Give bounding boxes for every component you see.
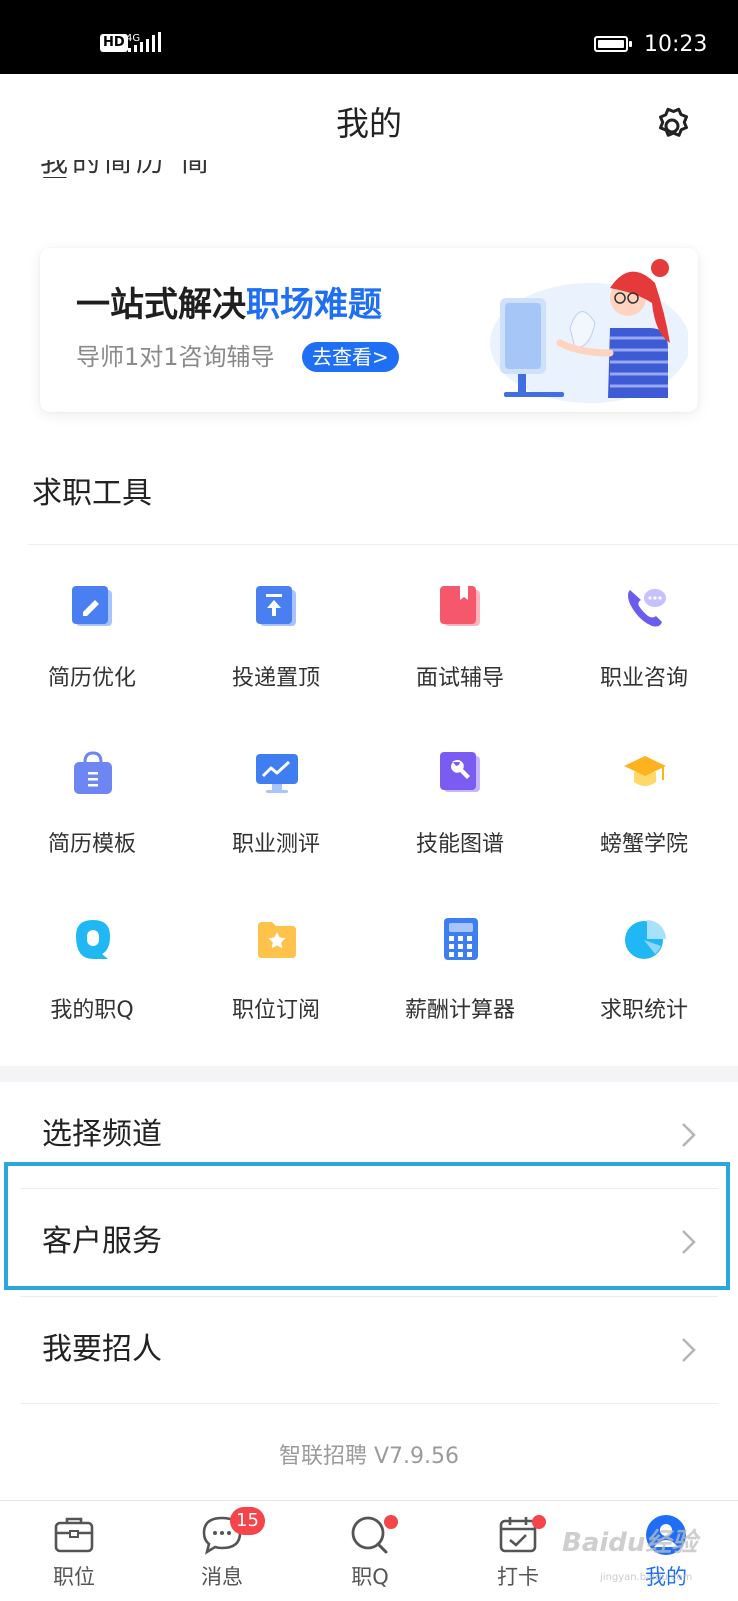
tool-label: 薪酬计算器 [404, 998, 515, 1023]
tool-career-assessment[interactable]: 职业测评 [184, 738, 368, 888]
tool-skill-map[interactable]: 技能图谱 [368, 738, 552, 888]
tab-label: 打卡 [497, 1565, 539, 1589]
tool-label: 简历优化 [47, 666, 136, 691]
bag-icon [74, 751, 112, 794]
pencil-doc-icon [72, 586, 112, 626]
gear-icon[interactable] [650, 104, 694, 148]
section-gap [0, 1066, 738, 1082]
tool-career-consult[interactable]: 职业咨询 [552, 572, 736, 722]
hd-indicator: HD [100, 34, 128, 52]
watermark-url: jingyan.baidu.com [600, 1572, 693, 1583]
tab-label: 职Q [351, 1565, 389, 1589]
tool-label: 投递置顶 [231, 666, 320, 691]
top-bar: 我的 [0, 74, 738, 174]
upload-top-icon [256, 586, 296, 626]
divider [20, 1403, 718, 1404]
tool-label: 求职统计 [599, 998, 688, 1023]
signal-icon: 4G [126, 32, 161, 52]
banner-subtitle: 导师1对1咨询辅导 [76, 343, 275, 371]
tool-job-subscribe[interactable]: 职位订阅 [184, 904, 368, 1054]
banner-illustration [490, 259, 688, 403]
pie-chart-icon [625, 920, 666, 959]
menu-label: 选择频道 [42, 1117, 162, 1152]
tool-crab-academy[interactable]: 螃蟹学院 [552, 738, 736, 888]
folder-star-icon [258, 922, 296, 958]
tab-messages[interactable]: 15 消息 [148, 1501, 296, 1601]
network-type: 4G [126, 33, 140, 44]
tool-my-q[interactable]: 我的职Q [0, 904, 184, 1054]
unread-badge: 15 [230, 1507, 265, 1535]
divider [28, 544, 738, 545]
briefcase-icon [54, 1517, 94, 1553]
tab-label: 消息 [201, 1565, 243, 1589]
tool-label: 面试辅导 [415, 666, 504, 691]
tool-resume-optimize[interactable]: 简历优化 [0, 572, 184, 722]
tool-label: 简历模板 [47, 832, 136, 857]
tool-label: 职位订阅 [231, 998, 320, 1023]
wrench-icon [440, 752, 480, 792]
page-title: 我的 [336, 104, 402, 143]
tool-salary-calculator[interactable]: 薪酬计算器 [368, 904, 552, 1054]
tool-resume-template[interactable]: 简历模板 [0, 738, 184, 888]
notification-dot [532, 1515, 546, 1529]
watermark: Baidu经验 [562, 1528, 698, 1558]
menu-hire[interactable]: 我要招人 [0, 1297, 738, 1403]
scrolled-text: 我的简历 简历 [40, 160, 213, 178]
menu-label: 我要招人 [42, 1332, 162, 1367]
calculator-icon [444, 918, 478, 960]
highlight-frame [4, 1162, 730, 1290]
battery-icon [594, 36, 632, 52]
chevron-right-icon [682, 1123, 696, 1147]
chevron-right-icon [682, 1338, 696, 1362]
tool-label: 职业测评 [231, 832, 320, 857]
tool-label: 我的职Q [50, 998, 134, 1023]
tool-label: 职业咨询 [599, 666, 688, 691]
tool-label: 技能图谱 [415, 832, 504, 857]
tools-section-title: 求职工具 [32, 476, 152, 511]
tab-zhiq[interactable]: 职Q [296, 1501, 444, 1601]
app-version: 智联招聘 V7.9.56 [278, 1444, 460, 1469]
monitor-chart-icon [256, 754, 298, 793]
tab-label: 职位 [53, 1565, 95, 1589]
view-button[interactable]: 去查看> [302, 342, 399, 372]
bookmark-book-icon [440, 586, 480, 626]
banner-title: 一站式解决职场难题 [76, 285, 382, 325]
tab-jobs[interactable]: 职位 [0, 1501, 148, 1601]
graduation-cap-icon [624, 756, 666, 786]
clock: 10:23 [644, 32, 708, 57]
phone-chat-icon [628, 589, 666, 627]
q-bubble-icon [76, 920, 110, 959]
tool-label: 螃蟹学院 [599, 832, 688, 857]
tool-job-stats[interactable]: 求职统计 [552, 904, 736, 1054]
status-bar: HD 4G 10:23 [0, 0, 738, 74]
consult-banner[interactable]: 一站式解决职场难题 导师1对1咨询辅导 去查看> [40, 248, 698, 412]
tool-delivery-top[interactable]: 投递置顶 [184, 572, 368, 722]
notification-dot [384, 1515, 398, 1529]
tool-interview-coaching[interactable]: 面试辅导 [368, 572, 552, 722]
